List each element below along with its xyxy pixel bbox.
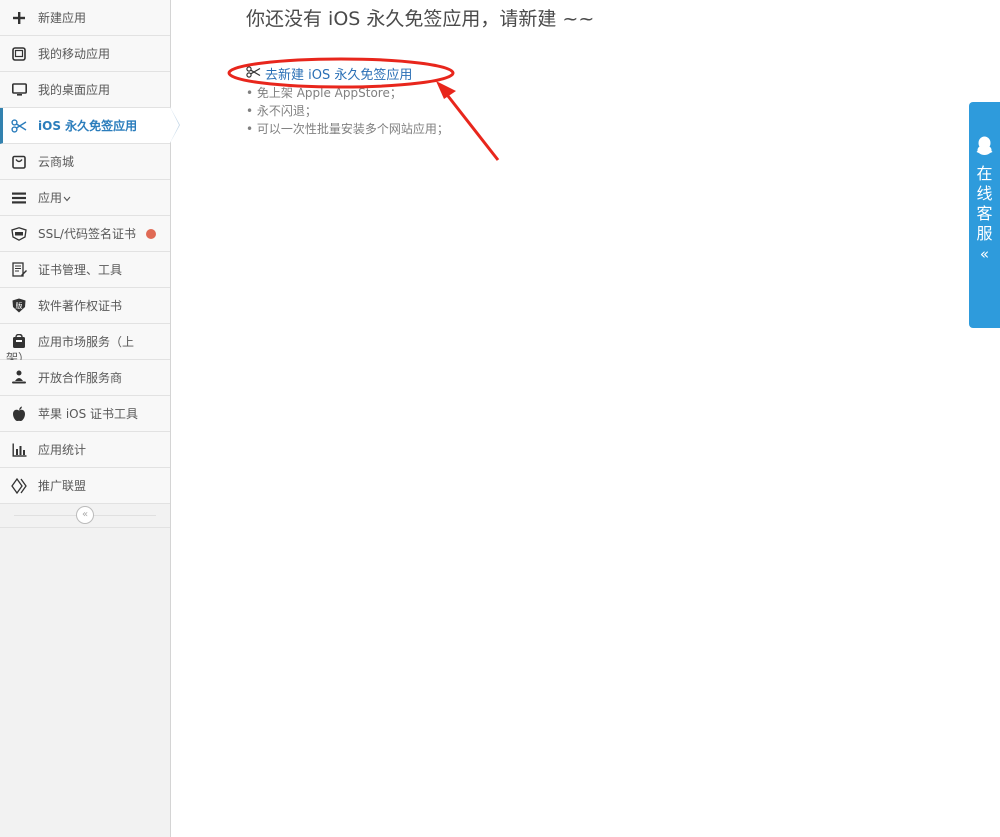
market-bag-icon (11, 334, 27, 350)
feature-item: • 永不闪退； (246, 104, 317, 118)
sidebar-item-partner[interactable]: 开放合作服务商 (0, 360, 170, 396)
document-edit-icon (11, 262, 27, 278)
sidebar-item-mobile-apps[interactable]: 我的移动应用 (0, 36, 170, 72)
sidebar-item-label: 云商城 (38, 155, 75, 169)
plus-icon (11, 10, 27, 26)
partner-icon (11, 370, 27, 386)
sidebar-item-label: 证书管理、工具 (38, 263, 123, 277)
sidebar-item-label: 新建应用 (38, 11, 87, 25)
sidebar-item-apps[interactable]: 应用 (0, 180, 170, 216)
shield-cert-icon (11, 226, 27, 242)
scissors-icon (246, 65, 261, 82)
sidebar-item-new-app[interactable]: 新建应用 (0, 0, 170, 36)
feature-item: • 可以一次性批量安装多个网站应用； (246, 122, 449, 136)
apple-icon (11, 406, 27, 422)
collapse-sidebar-button[interactable]: « (76, 506, 94, 524)
sidebar-item-ssl-cert[interactable]: SSL/代码签名证书 (0, 216, 170, 252)
sidebar-item-software-copyright[interactable]: 版 软件著作权证书 (0, 288, 170, 324)
create-link-label: 去新建 iOS 永久免签应用 (265, 68, 413, 83)
sidebar-item-desktop-apps[interactable]: 我的桌面应用 (0, 72, 170, 108)
sidebar-item-label: 软件著作权证书 (38, 299, 123, 313)
tablet-icon (11, 46, 27, 62)
sidebar-item-app-stats[interactable]: 应用统计 (0, 432, 170, 468)
shopping-bag-icon (11, 154, 27, 170)
sidebar-collapse-row: « (0, 504, 170, 528)
create-ios-free-sign-link[interactable]: 去新建 iOS 永久免签应用 (246, 64, 412, 83)
sidebar-item-market-service[interactable]: 应用市场服务（上 架） (0, 324, 170, 360)
sidebar-item-cert-tools[interactable]: 证书管理、工具 (0, 252, 170, 288)
feature-item: • 免上架 Apple AppStore； (246, 86, 402, 100)
qq-penguin-icon (976, 136, 993, 159)
sidebar-item-label: 苹果 iOS 证书工具 (38, 407, 139, 421)
scissors-icon (11, 118, 27, 134)
sidebar-item-label: SSL/代码签名证书 (38, 227, 136, 241)
main-content: 你还没有 iOS 永久免签应用，请新建 ~~ 去新建 iOS 永久免签应用 • … (171, 0, 1000, 837)
sidebar-item-label: 应用统计 (38, 443, 87, 457)
online-service-label: 在线客服 (969, 164, 1000, 244)
sidebar-item-label: 我的桌面应用 (38, 83, 111, 97)
bar-chart-icon (11, 442, 27, 458)
sidebar-item-label-overflow: 架） (6, 351, 31, 360)
chevron-down-icon (63, 191, 71, 205)
sidebar-item-apple-ios-cert[interactable]: 苹果 iOS 证书工具 (0, 396, 170, 432)
sidebar-item-label: 开放合作服务商 (38, 371, 123, 385)
online-service-text: 在线客服 (976, 164, 993, 243)
notification-dot (146, 229, 156, 239)
svg-text:版: 版 (16, 301, 23, 310)
online-service-tab[interactable]: 在线客服 « (969, 102, 1000, 328)
list-icon (11, 190, 27, 206)
sidebar-item-label: 应用 (38, 191, 63, 205)
diamond-link-icon (11, 477, 27, 494)
sidebar-item-label: iOS 永久免签应用 (38, 119, 138, 133)
sidebar: 新建应用 我的移动应用 我的桌面应用 iOS 永久免签应用 云商城 应用 SSL… (0, 0, 180, 837)
sidebar-item-cloud-store[interactable]: 云商城 (0, 144, 170, 180)
sidebar-item-affiliate[interactable]: 推广联盟 (0, 468, 170, 504)
sidebar-item-label: 我的移动应用 (38, 47, 111, 61)
double-chevron-left-icon: « (81, 509, 89, 520)
empty-state-title: 你还没有 iOS 永久免签应用，请新建 ~~ (246, 8, 595, 30)
sidebar-item-label: 推广联盟 (38, 479, 87, 493)
sidebar-item-label: 应用市场服务（上 (38, 335, 135, 349)
double-chevron-left-icon: « (979, 245, 990, 263)
copyright-shield-icon: 版 (11, 298, 27, 314)
desktop-icon (11, 82, 27, 98)
sidebar-item-ios-free-sign[interactable]: iOS 永久免签应用 (0, 107, 180, 144)
